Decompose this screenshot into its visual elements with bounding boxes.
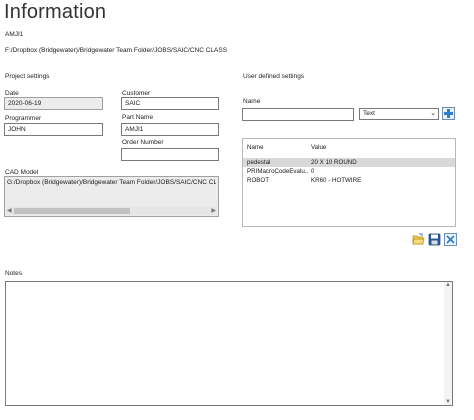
notes-label: Notes	[5, 270, 22, 277]
user-defined-heading: User defined settings	[243, 73, 305, 80]
scroll-up-icon[interactable]: ▲	[445, 282, 451, 288]
page-title: Information	[4, 1, 107, 23]
part-name-field[interactable]: AMJI1	[121, 123, 219, 136]
cad-model-path: G:/Dropbox (Bridgewater)/Bridgewater Tea…	[7, 179, 216, 186]
open-folder-icon	[412, 233, 425, 245]
cad-model-field[interactable]: G:/Dropbox (Bridgewater)/Bridgewater Tea…	[4, 176, 219, 217]
cad-model-hscrollbar[interactable]: ◀ ▶	[6, 207, 217, 215]
user-setting-type-select[interactable]: Text ⌄	[359, 108, 439, 120]
table-header: Name Value	[243, 143, 455, 152]
customer-label: Customer	[122, 90, 151, 97]
save-button[interactable]	[428, 233, 441, 246]
add-plus-icon	[442, 107, 455, 120]
user-settings-table[interactable]: Name Value pedestal 20 X 10 ROUND PRIMac…	[242, 138, 456, 227]
scroll-right-icon[interactable]: ▶	[211, 207, 216, 215]
order-number-field[interactable]	[121, 148, 219, 161]
table-row[interactable]: PRIMacroCodeEvalu... 0	[243, 167, 455, 176]
cad-model-label: CAD Model	[5, 169, 39, 176]
job-path: F:/Dropbox (Bridgewater)/Bridgewater Tea…	[5, 47, 228, 54]
type-select-value: Text	[363, 110, 375, 117]
date-label: Date	[5, 90, 19, 97]
user-setting-name-field[interactable]	[242, 108, 354, 121]
name-label: Name	[243, 98, 261, 105]
row-value-cell: KR60 - HOTWIRE	[311, 177, 362, 184]
row-value-cell: 20 X 10 ROUND	[311, 159, 357, 166]
chevron-down-icon: ⌄	[430, 110, 436, 117]
row-name-cell: PRIMacroCodeEvalu...	[247, 168, 309, 175]
date-field[interactable]: 2020-06-19	[4, 97, 103, 110]
table-row[interactable]: ROBOT KR60 - HOTWIRE	[243, 176, 455, 185]
programmer-field[interactable]: JOHN	[4, 123, 103, 136]
scroll-down-icon[interactable]: ▼	[445, 399, 451, 405]
job-name: AMJI1	[5, 31, 24, 38]
open-button[interactable]	[412, 233, 425, 246]
delete-button[interactable]	[444, 233, 457, 246]
notes-textarea[interactable]: ▲ ▼	[5, 281, 453, 406]
programmer-label: Programmer	[5, 115, 42, 122]
part-name-label: Part Name	[122, 114, 154, 121]
scroll-thumb[interactable]	[14, 208, 130, 214]
column-header-name: Name	[247, 144, 264, 151]
customer-field[interactable]: SAIC	[121, 97, 219, 110]
notes-vscrollbar[interactable]: ▲ ▼	[444, 282, 452, 405]
order-number-label: Order Number	[122, 139, 164, 146]
row-name-cell: pedestal	[247, 159, 271, 166]
save-disk-icon	[428, 233, 441, 246]
row-name-cell: ROBOT	[247, 177, 270, 184]
project-settings-heading: Project settings	[5, 73, 50, 80]
delete-x-icon	[444, 233, 457, 246]
table-row[interactable]: pedestal 20 X 10 ROUND	[243, 158, 455, 167]
scroll-left-icon[interactable]: ◀	[7, 207, 12, 215]
add-setting-button[interactable]	[442, 107, 455, 120]
column-header-value: Value	[311, 144, 327, 151]
row-value-cell: 0	[311, 168, 315, 175]
